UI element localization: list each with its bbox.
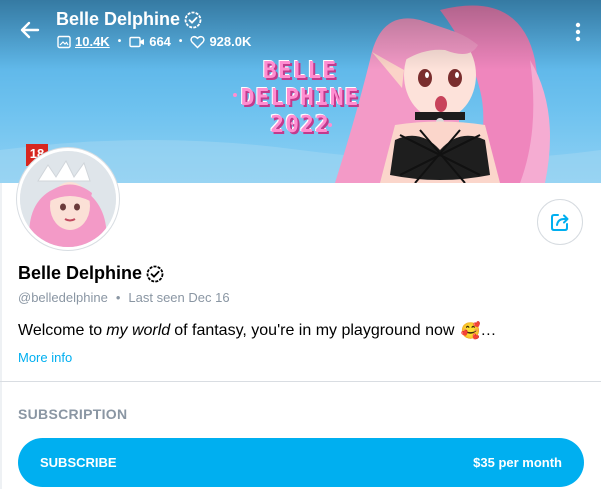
profile-handle: @belledelphine	[18, 290, 108, 305]
back-button[interactable]	[16, 16, 44, 44]
photo-icon	[57, 35, 71, 48]
subscription-price: $35 per month	[473, 455, 562, 470]
avatar-image	[20, 151, 116, 247]
header-profile-name: Belle Delphine	[56, 9, 202, 30]
bio-text-start: Welcome to	[18, 322, 103, 339]
page-left-edge	[0, 183, 2, 489]
bio-text-italic: my world	[106, 322, 171, 339]
banner-title-line2: DELPHINE	[240, 85, 360, 111]
handle-row: @belledelphine • Last seen Dec 16	[18, 290, 230, 305]
banner-title-line1: BELLE	[262, 58, 338, 84]
banner-title-line3: 2022	[270, 112, 330, 138]
bio-text-end: of fantasy, you're in my playground now	[174, 322, 455, 339]
avatar[interactable]	[17, 148, 119, 250]
stat-separator: •	[117, 36, 122, 47]
bio-ellipsis: …	[480, 322, 497, 339]
handle-separator: •	[115, 290, 121, 305]
photos-stat[interactable]: 10.4K	[57, 34, 110, 49]
share-icon	[551, 214, 569, 231]
smiling-face-with-hearts-icon: 🥰	[460, 323, 481, 340]
more-vertical-icon	[575, 22, 581, 42]
subscribe-label: SUBSCRIBE	[40, 455, 117, 470]
verified-icon	[184, 11, 202, 28]
more-info-link[interactable]: More info	[18, 350, 72, 365]
banner-title: BELLE DELPHINE 2022	[220, 58, 380, 139]
header-name-text: Belle Delphine	[56, 9, 181, 29]
profile-name: Belle Delphine	[18, 263, 164, 284]
likes-stat: 928.0K	[190, 34, 251, 49]
likes-count: 928.0K	[209, 34, 252, 49]
share-button[interactable]	[537, 199, 583, 245]
subscribe-button[interactable]: SUBSCRIBE $35 per month	[18, 438, 584, 487]
section-divider	[0, 381, 601, 382]
last-seen: Last seen Dec 16	[128, 290, 230, 305]
header-stats: 10.4K • 664 • 928.0K	[57, 34, 251, 49]
more-options-button[interactable]	[570, 18, 586, 46]
heart-icon	[190, 35, 206, 48]
subscription-heading: SUBSCRIPTION	[18, 406, 128, 422]
profile-name-text: Belle Delphine	[18, 263, 143, 283]
back-arrow-icon	[20, 21, 40, 39]
videos-stat[interactable]: 664	[129, 34, 171, 49]
verified-icon	[146, 265, 164, 282]
photos-count: 10.4K	[75, 34, 110, 49]
stat-separator: •	[178, 36, 183, 47]
videos-count: 664	[149, 34, 171, 49]
profile-bio: Welcome to my world of fantasy, you're i…	[18, 321, 496, 341]
video-icon	[129, 36, 145, 47]
